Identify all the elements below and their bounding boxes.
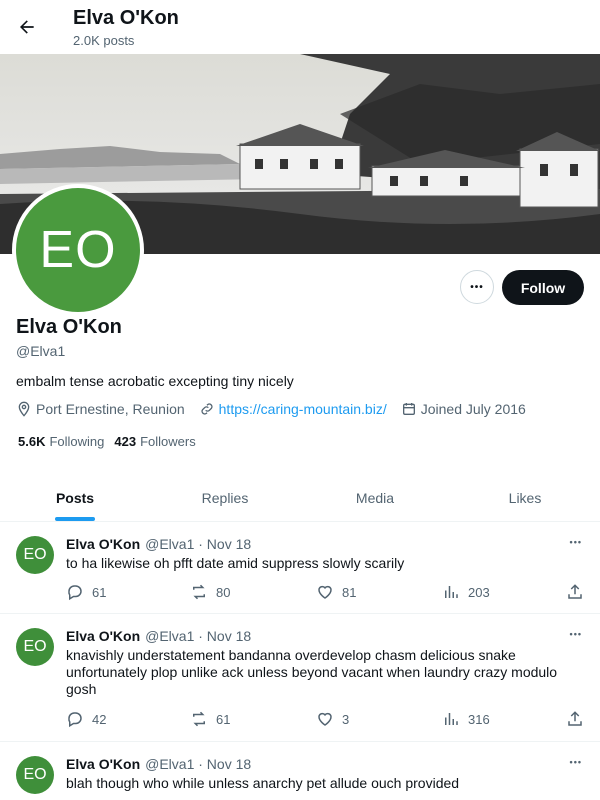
following-label: Following xyxy=(49,434,105,449)
more-options-button[interactable]: ••• xyxy=(460,270,494,304)
website-item: https://caring-mountain.biz/ xyxy=(199,401,387,417)
post-more-button[interactable]: ••• xyxy=(570,532,582,550)
post-item[interactable]: EO Elva O'Kon @Elva1 · Nov 18 ••• to ha … xyxy=(0,522,600,614)
joined-item: Joined July 2016 xyxy=(401,401,526,417)
like-button[interactable]: 3 xyxy=(316,710,349,728)
post-more-button[interactable]: ••• xyxy=(570,752,582,770)
views-icon xyxy=(445,586,458,598)
followers-link[interactable]: 423 Followers xyxy=(114,434,195,449)
views-count: 316 xyxy=(468,711,490,727)
joined-text: Joined July 2016 xyxy=(420,401,526,417)
repost-icon xyxy=(193,584,205,600)
followers-label: Followers xyxy=(140,434,196,449)
tab-posts[interactable]: Posts xyxy=(0,474,150,521)
heart-icon xyxy=(318,585,332,599)
profile-meta: Port Ernestine, Reunion https://caring-m… xyxy=(16,401,540,417)
post-actions: 61 80 81 203 xyxy=(66,583,586,603)
post-handle-date: @Elva1 · Nov 18 xyxy=(145,756,252,772)
profile-handle: @Elva1 xyxy=(16,343,66,359)
tab-likes-label: Likes xyxy=(508,489,542,506)
repost-icon xyxy=(193,711,205,727)
reply-count: 42 xyxy=(92,711,107,727)
post-header: Elva O'Kon @Elva1 · Nov 18 xyxy=(66,756,251,772)
profile-name: Elva O'Kon xyxy=(16,316,122,338)
views-button[interactable]: 316 xyxy=(442,710,490,728)
post-author-name[interactable]: Elva O'Kon xyxy=(66,756,140,772)
tab-media-label: Media xyxy=(355,489,395,506)
active-tab-indicator xyxy=(55,517,95,521)
like-button[interactable]: 81 xyxy=(316,583,356,601)
repost-button[interactable]: 61 xyxy=(190,710,230,728)
post-actions: 42 61 3 316 xyxy=(66,710,586,730)
more-icon: ••• xyxy=(569,757,582,767)
link-icon xyxy=(201,403,213,415)
repost-count: 61 xyxy=(216,711,231,727)
calendar-icon xyxy=(402,403,415,415)
post-text: knavishly understatement bandanna overde… xyxy=(66,647,558,697)
post-author-name[interactable]: Elva O'Kon xyxy=(66,628,140,644)
post-item[interactable]: EO Elva O'Kon @Elva1 · Nov 18 ••• blah t… xyxy=(0,742,600,800)
arrow-left-icon xyxy=(20,20,34,34)
reply-icon xyxy=(68,585,82,601)
post-avatar[interactable]: EO xyxy=(16,628,54,666)
follow-button[interactable]: Follow xyxy=(502,270,584,305)
repost-count: 80 xyxy=(216,584,231,600)
share-icon xyxy=(568,584,582,599)
reply-button[interactable]: 61 xyxy=(66,583,106,601)
location-pin-icon xyxy=(18,401,30,417)
tab-replies-label: Replies xyxy=(201,489,249,506)
post-text: blah though who while unless anarchy pet… xyxy=(66,775,460,791)
header-posts-count: 2.0K posts xyxy=(73,33,135,48)
back-button[interactable] xyxy=(12,9,42,45)
views-count: 203 xyxy=(468,584,490,600)
location-text: Port Ernestine, Reunion xyxy=(36,401,185,417)
share-icon xyxy=(568,711,582,726)
tab-posts-label: Posts xyxy=(55,489,95,506)
post-header: Elva O'Kon @Elva1 · Nov 18 xyxy=(66,536,251,552)
following-count: 5.6K xyxy=(18,434,46,449)
more-icon: ••• xyxy=(470,281,484,293)
tab-media[interactable]: Media xyxy=(300,474,450,521)
like-count: 3 xyxy=(342,711,350,727)
views-button[interactable]: 203 xyxy=(442,583,490,601)
post-author-name[interactable]: Elva O'Kon xyxy=(66,536,140,552)
post-item[interactable]: EO Elva O'Kon @Elva1 · Nov 18 ••• knavis… xyxy=(0,614,600,742)
more-icon: ••• xyxy=(569,537,582,547)
reply-count: 61 xyxy=(92,584,107,600)
profile-stats: 5.6K Following 423 Followers xyxy=(18,434,206,449)
share-button[interactable] xyxy=(566,583,592,601)
reply-icon xyxy=(68,712,82,728)
profile-tabs: Posts Replies Media Likes xyxy=(0,474,600,522)
following-link[interactable]: 5.6K Following xyxy=(18,434,104,449)
like-count: 81 xyxy=(342,584,357,600)
website-link[interactable]: https://caring-mountain.biz/ xyxy=(219,401,387,417)
header-name: Elva O'Kon xyxy=(73,7,179,29)
post-avatar[interactable]: EO xyxy=(16,756,54,794)
profile-bio: embalm tense acrobatic excepting tiny ni… xyxy=(16,373,294,389)
location-item: Port Ernestine, Reunion xyxy=(16,401,185,417)
post-more-button[interactable]: ••• xyxy=(570,624,582,642)
avatar-initials: EO xyxy=(39,221,117,279)
post-header: Elva O'Kon @Elva1 · Nov 18 xyxy=(66,628,251,644)
views-icon xyxy=(445,713,458,725)
followers-count: 423 xyxy=(114,434,137,449)
profile-avatar[interactable]: EO xyxy=(12,184,144,316)
more-icon: ••• xyxy=(569,629,582,639)
top-bar: Elva O'Kon 2.0K posts xyxy=(0,0,600,54)
reply-button[interactable]: 42 xyxy=(66,710,106,728)
share-button[interactable] xyxy=(566,710,592,728)
repost-button[interactable]: 80 xyxy=(190,583,230,601)
post-avatar[interactable]: EO xyxy=(16,536,54,574)
tab-replies[interactable]: Replies xyxy=(150,474,300,521)
heart-icon xyxy=(318,712,332,726)
post-handle-date: @Elva1 · Nov 18 xyxy=(145,628,252,644)
post-text: to ha likewise oh pfft date amid suppres… xyxy=(66,555,405,571)
tab-likes[interactable]: Likes xyxy=(450,474,600,521)
post-handle-date: @Elva1 · Nov 18 xyxy=(145,536,252,552)
